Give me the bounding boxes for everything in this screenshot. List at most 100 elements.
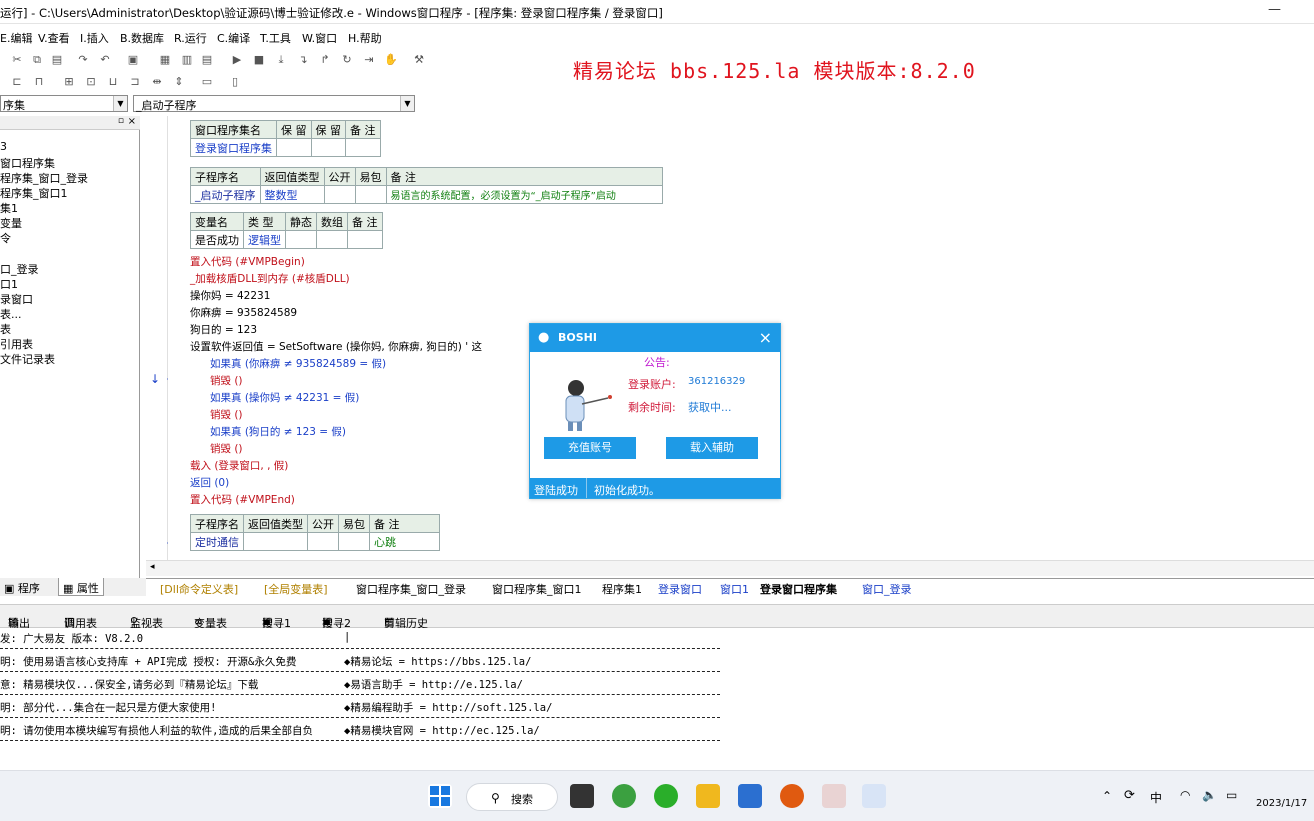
step-icon[interactable]: ⤓	[274, 53, 288, 67]
align-left-icon[interactable]: ⊏	[10, 75, 24, 89]
scroll-left-icon[interactable]: ◂	[150, 562, 155, 572]
start-icon[interactable]	[428, 784, 452, 808]
code-line[interactable]: 置入代码 (#VMPEnd)	[190, 492, 295, 507]
table-cell[interactable]	[307, 532, 339, 551]
tab-window1[interactable]: 窗口1	[720, 581, 749, 597]
align-center-icon[interactable]: ⊞	[62, 75, 76, 89]
table-cell[interactable]	[316, 230, 348, 249]
code-line[interactable]: 返回 (0)	[190, 475, 229, 490]
battery-icon[interactable]: ▭	[1226, 788, 1237, 802]
menu-database[interactable]: B.数据库	[120, 30, 164, 46]
popup-close-button[interactable]: ×	[759, 328, 772, 347]
table-cell[interactable]	[323, 185, 356, 204]
output-panel[interactable]: 发: 广大易友 版本: V8.2.0 | 明: 使用易语言核心支持库 + API…	[0, 628, 1314, 770]
arrow-down-icon[interactable]: ↓	[150, 372, 160, 386]
browser-icon[interactable]	[612, 784, 636, 808]
volume-icon[interactable]: 🔈	[1202, 788, 1217, 802]
tab-login-assembly-active[interactable]: 登录窗口程序集	[760, 581, 837, 597]
table-cell[interactable]	[310, 138, 346, 157]
table-cell[interactable]: 逻辑型	[243, 230, 286, 249]
menu-insert[interactable]: I.插入	[80, 30, 109, 46]
chevron-up-icon[interactable]: ⌃	[1102, 789, 1112, 803]
tab-login-window[interactable]: 登录窗口	[658, 581, 702, 597]
code-line[interactable]: 置入代码 (#VMPBegin)	[190, 254, 305, 269]
tab-global-vars[interactable]: [全局变量表]	[264, 581, 328, 597]
align-right-icon[interactable]: ⊐	[128, 75, 142, 89]
wifi-icon[interactable]: ◠	[1180, 788, 1190, 802]
space-h-icon[interactable]: ⇹	[150, 75, 164, 89]
table-cell[interactable]	[243, 532, 308, 551]
table-cell[interactable]: 是否成功	[190, 230, 244, 249]
stop-icon[interactable]: ■	[252, 53, 266, 67]
tree-item[interactable]: 引用表	[0, 336, 33, 352]
code-line[interactable]: 如果真 (你麻痹 ≠ 935824589 = 假)	[210, 356, 386, 371]
layout2-icon[interactable]: ▥	[180, 53, 194, 67]
tree-item[interactable]: 窗口程序集	[0, 155, 55, 171]
sync-icon[interactable]: ⟳	[1124, 788, 1135, 803]
redo-icon[interactable]: ↷	[76, 53, 90, 67]
editor-app-icon[interactable]	[822, 784, 846, 808]
tab-assembly-window1[interactable]: 窗口程序集_窗口1	[492, 581, 582, 597]
table-cell[interactable]	[276, 138, 312, 157]
tree-item[interactable]: 口1	[0, 276, 18, 292]
tree-item[interactable]: 程序集_窗口1	[0, 185, 68, 201]
code-line[interactable]: _加载核盾DLL到内存 (#核盾DLL)	[190, 271, 350, 286]
minimize-button[interactable]: —	[1268, 2, 1281, 17]
tree-item[interactable]: 令	[0, 230, 11, 246]
subprogram-select[interactable]: _启动子程序 ▼	[133, 95, 415, 112]
table-cell[interactable]	[347, 230, 383, 249]
table-cell[interactable]: 整数型	[259, 185, 325, 204]
chevron-down-icon[interactable]: ▼	[400, 96, 414, 111]
breakpoint-icon[interactable]: ⇥	[362, 53, 376, 67]
app-icon[interactable]	[780, 784, 804, 808]
tab-dll-commands[interactable]: [Dll命令定义表]	[160, 581, 238, 597]
code-line[interactable]: 你麻痹 = 935824589	[190, 305, 297, 320]
layout3-icon[interactable]: ▤	[200, 53, 214, 67]
code-line[interactable]: 载入 (登录窗口, , 假)	[190, 458, 288, 473]
code-line[interactable]: 如果真 (操你妈 ≠ 42231 = 假)	[210, 390, 359, 405]
menu-run[interactable]: R.运行	[174, 30, 207, 46]
align-bottom-icon[interactable]: ⊔	[106, 75, 120, 89]
table-cell[interactable]: _启动子程序	[190, 185, 261, 204]
tree-item[interactable]: 表...	[0, 306, 22, 322]
close-icon[interactable]: ×	[128, 116, 136, 127]
copy-icon[interactable]: ⧉	[30, 53, 44, 67]
tree-item[interactable]: 文件记录表	[0, 351, 55, 367]
search-box[interactable]: ⚲ 搜索	[466, 783, 558, 811]
tab-assembly1[interactable]: 程序集1	[602, 581, 642, 597]
layout1-icon[interactable]: ▦	[158, 53, 172, 67]
tree-item[interactable]: 录窗口	[0, 291, 33, 307]
tool-icon[interactable]: ⚒	[412, 53, 426, 67]
paste-icon[interactable]: ▤	[50, 53, 64, 67]
step-into-icon[interactable]: ↴	[296, 53, 310, 67]
tree-item[interactable]: 变量	[0, 215, 22, 231]
code-line[interactable]: 狗日的 = 123	[190, 322, 257, 337]
step-over-icon[interactable]: ↻	[340, 53, 354, 67]
horizontal-scrollbar[interactable]: ◂	[146, 560, 1314, 576]
code-line[interactable]: 设置软件返回值 = SetSoftware (操你妈, 你麻痹, 狗日的) ' …	[190, 339, 482, 354]
assembly-select[interactable]: 序集 ▼	[0, 95, 128, 112]
table-cell[interactable]: 心跳	[369, 532, 440, 551]
tree-item[interactable]: 表	[0, 321, 11, 337]
menu-window[interactable]: W.窗口	[302, 30, 337, 46]
menu-help[interactable]: H.帮助	[348, 30, 382, 46]
size-icon[interactable]: ▭	[200, 75, 214, 89]
load-assist-button[interactable]: 载入辅助	[666, 437, 758, 459]
users-icon[interactable]	[862, 784, 886, 808]
code-line[interactable]: 销毁 ()	[210, 373, 243, 388]
code-line[interactable]: 销毁 ()	[210, 441, 243, 456]
align-middle-icon[interactable]: ⊡	[84, 75, 98, 89]
table-cell[interactable]	[285, 230, 317, 249]
tab-properties[interactable]: ▦ 属性	[58, 578, 104, 596]
table-cell[interactable]	[338, 532, 370, 551]
chevron-down-icon[interactable]: ▼	[113, 96, 127, 111]
restore-icon[interactable]: ▫	[118, 116, 124, 126]
folder-icon[interactable]	[696, 784, 720, 808]
table-cell[interactable]: 易语言的系统配置，必须设置为“_启动子程序”启动	[385, 185, 663, 204]
undo-icon[interactable]: ↶	[98, 53, 112, 67]
tab-window-login[interactable]: 窗口_登录	[862, 581, 912, 597]
notepad-icon[interactable]	[738, 784, 762, 808]
menu-compile[interactable]: C.编译	[217, 30, 250, 46]
step-out-icon[interactable]: ↱	[318, 53, 332, 67]
hand-icon[interactable]: ✋	[384, 53, 398, 67]
